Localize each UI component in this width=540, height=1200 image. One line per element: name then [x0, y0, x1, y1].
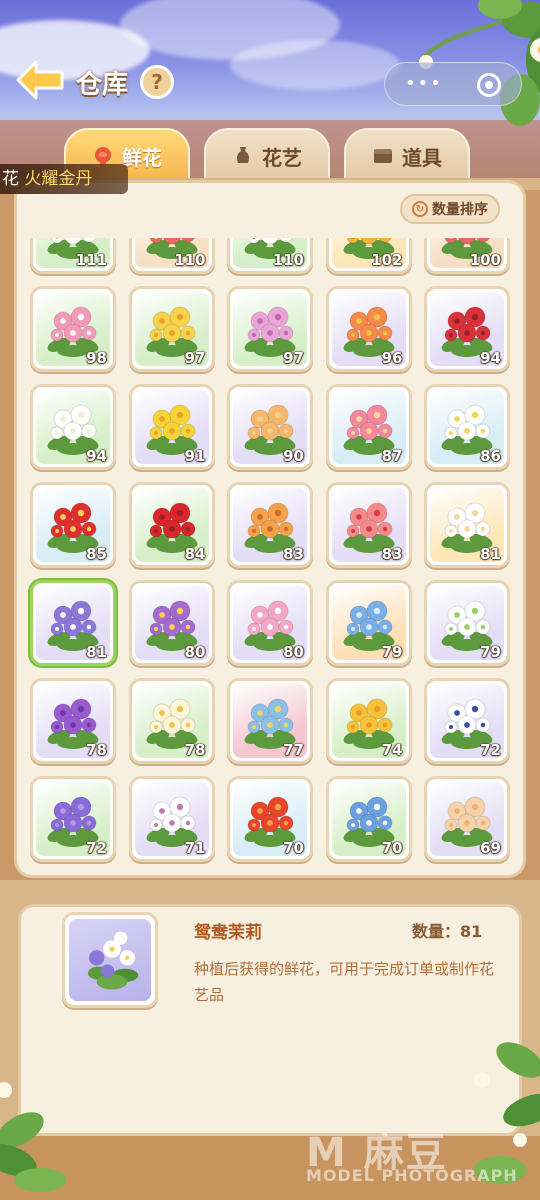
inventory-slot[interactable]: 74	[325, 678, 412, 764]
tab-label: 道具	[402, 145, 442, 170]
item-quantity: 70	[283, 839, 304, 857]
item-quantity: 97	[283, 349, 304, 367]
inventory-slot[interactable]: 70	[227, 776, 313, 862]
item-quantity: 77	[283, 741, 304, 759]
inventory-slot[interactable]: 98	[30, 286, 116, 372]
inventory-slot[interactable]: 97	[128, 286, 215, 372]
item-quantity: 91	[184, 447, 206, 465]
item-quantity: 100	[469, 251, 501, 269]
inventory-slot[interactable]: 81	[424, 482, 510, 568]
inventory-slot[interactable]: 84	[128, 482, 215, 568]
inventory-slot[interactable]: 94	[424, 286, 510, 372]
item-quantity: 70	[381, 839, 403, 857]
selected-item-name: 鸳鸯茉莉	[194, 923, 262, 943]
inventory-slot[interactable]: 70	[325, 776, 412, 862]
tab-label: 花艺	[262, 145, 302, 170]
back-arrow-icon[interactable]	[14, 58, 66, 102]
item-quantity: 79	[480, 643, 501, 661]
inventory-slot[interactable]: 100	[424, 238, 510, 274]
item-quantity: 102	[371, 251, 403, 269]
inventory-slot[interactable]: 96	[325, 286, 412, 372]
item-quantity: 94	[480, 349, 501, 367]
vase-icon	[232, 145, 254, 167]
inventory-slot[interactable]: 83	[325, 482, 412, 568]
inventory-slot[interactable]: 77	[227, 678, 313, 764]
inventory-slot[interactable]: 69	[424, 776, 510, 862]
inventory-slot[interactable]: 97	[227, 286, 313, 372]
item-quantity: 74	[381, 741, 403, 759]
inventory-slot[interactable]: 110	[227, 238, 313, 274]
inventory-slot[interactable]: 78	[30, 678, 116, 764]
help-button[interactable]: ?	[140, 65, 174, 99]
tab-props[interactable]: 道具	[344, 128, 470, 184]
jasmine-flower-icon	[87, 931, 139, 990]
item-quantity: 98	[86, 349, 107, 367]
item-quantity: 71	[184, 839, 206, 857]
inventory-slot[interactable]: 79	[424, 580, 510, 666]
item-quantity: 85	[86, 545, 107, 563]
tab-floral-art[interactable]: 花艺	[204, 128, 330, 184]
inventory-slot[interactable]: 85	[30, 482, 116, 568]
leaf-decoration-icon	[0, 1082, 66, 1192]
inventory-grid: 111 110 110 102 100 98 97 97 96 94 94 91 90 87 86 85 84 8…	[30, 238, 510, 862]
inventory-slot[interactable]: 83	[227, 482, 313, 568]
inventory-slot[interactable]: 111	[30, 238, 116, 274]
selected-item-quantity: 数量：81	[412, 922, 483, 941]
inventory-slot[interactable]: 110	[128, 238, 215, 274]
item-quantity: 72	[480, 741, 501, 759]
inventory-slot[interactable]: 81	[30, 580, 116, 666]
inventory-slot[interactable]: 80	[227, 580, 313, 666]
selected-item-icon	[62, 912, 158, 1008]
inventory-scroll-area[interactable]: 111 110 110 102 100 98 97 97 96 94 94 91 90 87 86 85 84 8…	[22, 238, 518, 872]
selected-item-description: 种植后获得的鲜花，可用于完成订单或制作花艺品	[194, 960, 495, 1004]
inventory-slot[interactable]: 71	[128, 776, 215, 862]
inventory-slot[interactable]: 94	[30, 384, 116, 470]
box-icon	[372, 145, 394, 167]
more-menu-icon[interactable]: •••	[405, 75, 443, 93]
inventory-slot[interactable]: 91	[128, 384, 215, 470]
inventory-slot[interactable]: 72	[424, 678, 510, 764]
item-quantity: 84	[184, 545, 206, 563]
inventory-slot[interactable]: 72	[30, 776, 116, 862]
inventory-slot[interactable]: 78	[128, 678, 215, 764]
close-target-icon[interactable]	[477, 73, 501, 97]
item-quantity: 69	[480, 839, 501, 857]
inventory-slot[interactable]: 86	[424, 384, 510, 470]
item-quantity: 96	[381, 349, 403, 367]
refresh-icon: ↻	[412, 201, 428, 217]
inventory-slot[interactable]: 102	[325, 238, 412, 274]
inventory-slot[interactable]: 90	[227, 384, 313, 470]
watermark: M 麻豆 MODEL PHOTOGRAPH	[306, 1130, 518, 1185]
item-quantity: 87	[381, 447, 403, 465]
item-quantity: 83	[283, 545, 304, 563]
item-quantity: 111	[75, 251, 107, 269]
item-quantity: 86	[480, 447, 501, 465]
item-quantity: 80	[184, 643, 206, 661]
item-quantity: 79	[381, 643, 403, 661]
mini-program-capsule: •••	[384, 62, 522, 106]
notification-toast: 花 火耀金丹	[0, 164, 128, 194]
item-quantity: 81	[480, 545, 501, 563]
item-quantity: 94	[86, 447, 107, 465]
item-quantity: 83	[381, 545, 403, 563]
item-quantity: 72	[86, 839, 107, 857]
inventory-slot[interactable]: 79	[325, 580, 412, 666]
item-quantity: 81	[86, 643, 107, 661]
item-quantity: 78	[184, 741, 206, 759]
tab-label: 鲜花	[122, 145, 162, 170]
item-quantity: 110	[174, 251, 206, 269]
item-quantity: 78	[86, 741, 107, 759]
inventory-slot[interactable]: 87	[325, 384, 412, 470]
item-quantity: 90	[283, 447, 304, 465]
toast-text: 火耀金丹	[24, 169, 93, 189]
page-title: 仓库	[76, 70, 129, 100]
item-quantity: 110	[272, 251, 304, 269]
item-quantity: 80	[283, 643, 304, 661]
sort-label: 数量排序	[432, 202, 488, 218]
item-quantity: 97	[184, 349, 206, 367]
sort-by-quantity-button[interactable]: ↻ 数量排序	[400, 194, 500, 224]
inventory-slot[interactable]: 80	[128, 580, 215, 666]
